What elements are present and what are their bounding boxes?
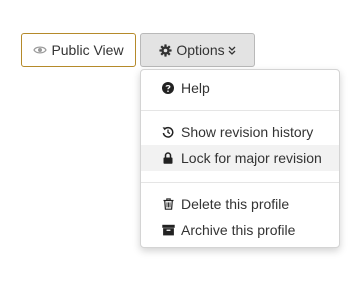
- gear-icon: [159, 43, 172, 57]
- options-label: Options: [176, 42, 225, 58]
- menu-item-help[interactable]: Help: [141, 75, 339, 101]
- menu-item-label: Delete this profile: [181, 196, 290, 212]
- question-circle-icon: [161, 82, 175, 94]
- options-dropdown-button[interactable]: Options: [140, 33, 255, 67]
- menu-item-lock-for-major-revision[interactable]: Lock for major revision: [141, 145, 339, 171]
- menu-item-label: Archive this profile: [181, 222, 296, 238]
- menu-item-label: Help: [181, 80, 210, 96]
- options-dropdown-menu: Help Show revision history Lock for majo…: [140, 69, 340, 248]
- menu-item-label: Lock for major revision: [181, 150, 322, 166]
- eye-icon: [33, 45, 48, 55]
- menu-item-label: Show revision history: [181, 124, 314, 140]
- public-view-button[interactable]: Public View: [21, 33, 136, 67]
- lock-icon: [161, 152, 175, 164]
- double-chevron-down-icon: [228, 46, 236, 55]
- menu-item-archive-this-profile[interactable]: Archive this profile: [141, 217, 339, 243]
- public-view-label: Public View: [51, 42, 124, 58]
- menu-item-show-revision-history[interactable]: Show revision history: [141, 119, 339, 145]
- menu-divider: [141, 182, 339, 183]
- menu-item-delete-this-profile[interactable]: Delete this profile: [141, 191, 339, 217]
- stage: Public View Options Help Show revision h…: [0, 0, 363, 290]
- history-icon: [161, 126, 175, 138]
- menu-divider: [141, 110, 339, 111]
- archive-icon: [161, 224, 175, 236]
- trash-icon: [161, 198, 175, 210]
